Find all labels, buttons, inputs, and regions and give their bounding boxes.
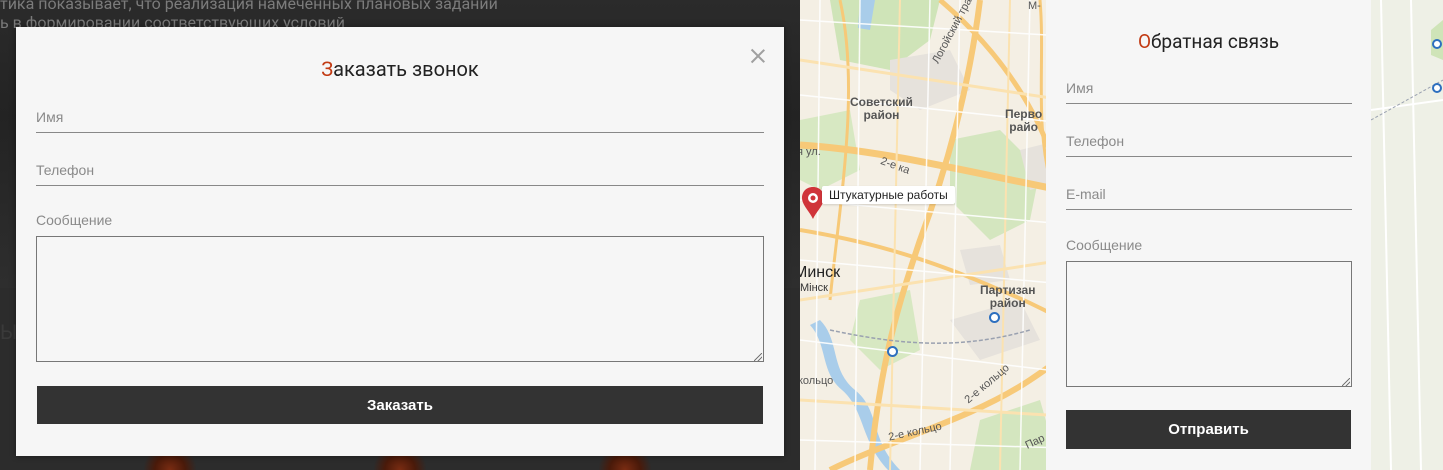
- order-call-modal: Заказать звонок Сообщение Заказать: [16, 27, 784, 456]
- feedback-message-label: Сообщение: [1066, 237, 1143, 253]
- feedback-title: Обратная связь: [1046, 30, 1371, 53]
- feedback-email-field[interactable]: [1066, 179, 1352, 210]
- close-icon[interactable]: [749, 47, 767, 65]
- modal-phone-input[interactable]: [36, 155, 764, 185]
- gallery-thumbnail: [590, 455, 660, 470]
- map-right-edge[interactable]: [1371, 0, 1443, 470]
- feedback-phone-field[interactable]: [1066, 126, 1352, 157]
- hero-text-line-1: тика показывает, что реализация намеченн…: [0, 0, 498, 13]
- map-district-label: Перво райо: [1005, 108, 1042, 134]
- district-sovetsky: Советский район: [850, 95, 913, 122]
- feedback-email-input[interactable]: [1066, 179, 1352, 209]
- feedback-phone-input[interactable]: [1066, 126, 1352, 156]
- road-label-ul: я ул.: [800, 146, 821, 158]
- feedback-name-field[interactable]: [1066, 73, 1352, 104]
- feedback-form: Обратная связь Сообщение Отправить: [1046, 0, 1371, 470]
- map-city-label: Минск: [800, 264, 841, 281]
- road-label-kaltso-left: кольцо: [800, 375, 834, 387]
- metro-station-icon: [989, 312, 1000, 323]
- modal-title: Заказать звонок: [16, 57, 784, 81]
- feedback-message-textarea[interactable]: [1066, 261, 1352, 387]
- feedback-title-accent: О: [1137, 30, 1152, 53]
- modal-name-field[interactable]: [36, 102, 764, 133]
- feedback-submit-button[interactable]: Отправить: [1066, 410, 1351, 449]
- gallery-thumbnail: [135, 455, 205, 470]
- map-marker-label[interactable]: Штукатурные работы: [822, 186, 955, 204]
- map-city-sub-label: Мінск: [800, 282, 828, 294]
- map-district-label: Советский район: [850, 96, 913, 122]
- gallery-thumbnail: [365, 455, 435, 470]
- resize-grip-icon[interactable]: [1342, 378, 1350, 386]
- modal-name-input[interactable]: [36, 102, 764, 132]
- feedback-title-rest: братная связь: [1151, 30, 1280, 53]
- district-pervomaisky: Перво райо: [1005, 107, 1043, 134]
- modal-title-accent: З: [321, 57, 334, 81]
- modal-message-label: Сообщение: [36, 212, 113, 228]
- modal-phone-field[interactable]: [36, 155, 764, 186]
- metro-station-icon: [887, 346, 898, 357]
- modal-message-textarea[interactable]: [36, 236, 764, 362]
- district-partizansky: Партизан район: [980, 283, 1036, 310]
- feedback-name-input[interactable]: [1066, 73, 1352, 103]
- modal-title-rest: аказать звонок: [333, 57, 479, 81]
- resize-grip-icon[interactable]: [754, 353, 762, 361]
- modal-submit-button[interactable]: Заказать: [37, 386, 763, 424]
- road-label-m: М-: [1028, 0, 1041, 12]
- map-district-label: Партизан район: [980, 284, 1035, 310]
